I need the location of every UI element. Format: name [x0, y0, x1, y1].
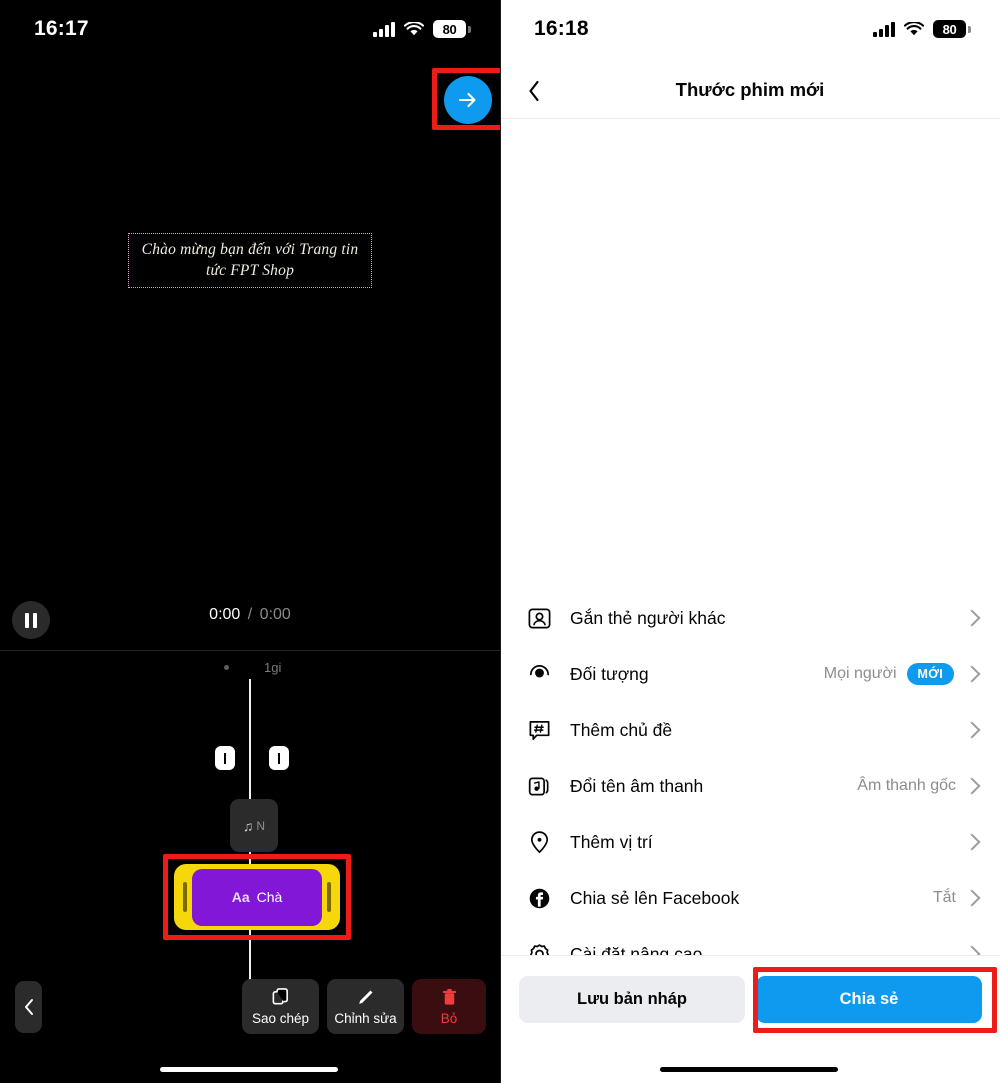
time-separator: / [247, 606, 253, 623]
chevron-left-icon [24, 999, 33, 1015]
wifi-icon [904, 21, 924, 35]
panel-divider [500, 0, 501, 1083]
row-label: Gắn thẻ người khác [570, 607, 726, 628]
copy-button[interactable]: Sao chép [242, 979, 319, 1034]
timeline-back-button[interactable] [15, 981, 42, 1033]
copy-icon [271, 988, 290, 1008]
page-title: Thước phim mới [675, 79, 825, 100]
bottom-action-bar: Lưu bản nháp Chia sẻ [500, 955, 1000, 1083]
audio-clip-label: N [256, 818, 266, 833]
timeline-text-clip[interactable]: Aa Chà [174, 864, 340, 930]
settings-row-location[interactable]: Thêm vị trí [500, 814, 1000, 870]
tag-people-icon [524, 603, 554, 633]
hashtag-icon [524, 715, 554, 745]
text-style-label: Aa [231, 889, 250, 905]
save-draft-button[interactable]: Lưu bản nháp [519, 976, 745, 1023]
chevron-right-icon [963, 833, 981, 851]
audio-rename-icon [524, 771, 554, 801]
wifi-icon [404, 21, 424, 35]
timeline-divider [0, 650, 500, 651]
location-pin-icon [524, 827, 554, 857]
dual-screenshot: 16:17 80 Chào mừng bạn đến với Trang tin… [0, 0, 1000, 1083]
chevron-right-icon [963, 721, 981, 739]
timeline-marker-left[interactable] [215, 746, 235, 770]
edit-button[interactable]: Chỉnh sửa [327, 979, 404, 1034]
audience-icon [524, 659, 554, 689]
left-phone-screen: 16:17 80 Chào mừng bạn đến với Trang tin… [0, 0, 500, 1083]
facebook-icon [524, 883, 554, 913]
battery-level: 80 [942, 21, 957, 37]
total-time: 0:00 [259, 606, 291, 623]
back-button[interactable] [514, 71, 554, 111]
video-overlay-text: Chào mừng bạn đến với Trang tin tức FPT … [141, 240, 359, 279]
status-bar-left: 16:17 80 [0, 0, 500, 58]
right-phone-screen: 16:18 80 Thước phim mới Gắn thẻ người kh… [500, 0, 1000, 1083]
status-indicators: 80 [873, 20, 971, 38]
delete-button[interactable]: Bỏ [412, 979, 486, 1034]
video-text-overlay[interactable]: Chào mừng bạn đến với Trang tin tức FPT … [128, 233, 372, 288]
settings-row-topic[interactable]: Thêm chủ đề [500, 702, 1000, 758]
playback-timecode: 0:00 / 0:00 [0, 606, 500, 624]
row-value: Mọi người [823, 665, 897, 682]
share-button[interactable]: Chia sẻ [756, 976, 982, 1023]
timeline-ruler-tick [224, 665, 229, 670]
current-time: 0:00 [209, 606, 241, 623]
chevron-right-icon [963, 777, 981, 795]
chevron-right-icon [963, 609, 981, 627]
row-value: Tắt [932, 889, 956, 906]
nav-divider [500, 118, 1000, 119]
settings-row-tag-people[interactable]: Gắn thẻ người khác [500, 590, 1000, 646]
text-clip-preview: Chà [256, 889, 283, 905]
row-label: Chia sẻ lên Facebook [570, 887, 740, 908]
settings-list: Gắn thẻ người khác Đối tượng Mọi người M… [500, 590, 1000, 982]
next-step-button[interactable] [444, 76, 492, 124]
status-time: 16:18 [534, 17, 589, 40]
row-label: Thêm chủ đề [570, 719, 673, 740]
navigation-bar: Thước phim mới [500, 62, 1000, 118]
chevron-left-icon [529, 80, 539, 102]
edit-label: Chỉnh sửa [334, 1010, 397, 1026]
cellular-signal-icon [373, 21, 395, 37]
chevron-right-icon [963, 665, 981, 683]
row-label: Đối tượng [570, 663, 649, 684]
status-indicators: 80 [373, 20, 471, 38]
music-note-icon: ♫ [242, 817, 254, 834]
copy-label: Sao chép [251, 1010, 310, 1026]
settings-row-audience[interactable]: Đối tượng Mọi người MỚI [500, 646, 1000, 702]
battery-level: 80 [442, 21, 457, 37]
row-label: Thêm vị trí [570, 831, 653, 852]
delete-label: Bỏ [440, 1010, 458, 1026]
row-label: Đổi tên âm thanh [570, 775, 704, 796]
battery-icon: 80 [933, 20, 971, 38]
trim-handle-left[interactable] [178, 864, 192, 930]
chevron-right-icon [963, 889, 981, 907]
text-clip-body: Aa Chà [192, 868, 322, 926]
timeline-marker-right[interactable] [269, 746, 289, 770]
status-bar-right: 16:18 80 [500, 0, 1000, 58]
home-indicator-right [660, 1067, 838, 1072]
cellular-signal-icon [873, 21, 895, 37]
trim-handle-right[interactable] [322, 864, 336, 930]
home-indicator-left [160, 1067, 338, 1072]
pencil-icon [356, 988, 375, 1008]
timeline-audio-clip[interactable]: ♫ N [230, 799, 278, 852]
battery-icon: 80 [433, 20, 471, 38]
timeline-ruler-label: 1gi [264, 660, 282, 675]
row-value: Âm thanh gốc [857, 777, 956, 794]
status-time: 16:17 [34, 17, 89, 40]
trash-icon [440, 988, 459, 1008]
settings-row-rename-audio[interactable]: Đổi tên âm thanh Âm thanh gốc [500, 758, 1000, 814]
settings-row-share-facebook[interactable]: Chia sẻ lên Facebook Tắt [500, 870, 1000, 926]
arrow-right-icon [458, 92, 476, 108]
new-badge: MỚI [906, 663, 954, 685]
